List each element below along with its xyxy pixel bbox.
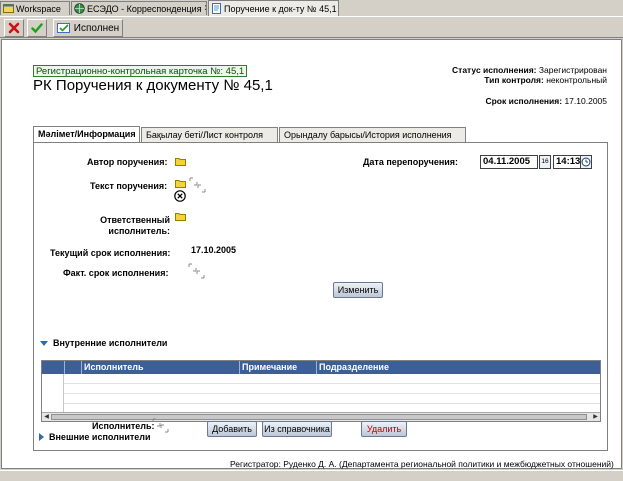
executed-label: Исполнен (73, 22, 120, 34)
tab-label: Workspace (16, 3, 61, 14)
internal-executors-table: Исполнитель Примечание Подразделение ◀ ▶ (41, 360, 601, 422)
globe-icon (74, 3, 85, 14)
ok-button[interactable] (27, 19, 47, 37)
row-selector-column (42, 374, 64, 413)
tab-order-document[interactable]: Поручение к док-ту № 45,1 × (208, 0, 339, 16)
internal-executors-label: Внутренние исполнители (53, 338, 168, 348)
horizontal-scrollbar[interactable]: ◀ ▶ (42, 412, 600, 421)
fact-deadline-label: Факт. срок исполнения: (63, 268, 169, 278)
registration-card-label: Регистрационно-контрольная карточка №: 4… (33, 65, 248, 77)
resize-handle-icon (160, 424, 169, 433)
table-row[interactable] (64, 385, 600, 394)
tab-label: ЕСЭДО - Корреспонденция (87, 3, 202, 14)
column-header-executor[interactable]: Исполнитель (81, 361, 239, 374)
internal-executors-toggle[interactable]: Внутренние исполнители (40, 338, 167, 348)
tab-execution-history[interactable]: Орындалу барысы/История исполнения (279, 127, 466, 142)
current-deadline-value: 17.10.2005 (191, 245, 237, 255)
external-executors-label: Внешние исполнители (49, 432, 151, 442)
executed-button[interactable]: Исполнен (53, 19, 123, 37)
clear-icon[interactable] (174, 190, 186, 202)
collapse-arrow-icon (39, 433, 44, 441)
table-header: Исполнитель Примечание Подразделение (42, 361, 600, 374)
control-type-label: Тип контроля: (484, 75, 544, 85)
delete-button[interactable]: Удалить (361, 421, 407, 437)
reassign-date-label: Дата перепоручения: (363, 157, 459, 167)
folder-icon[interactable] (175, 212, 186, 221)
add-button[interactable]: Добавить (207, 421, 257, 437)
document-icon (212, 3, 221, 14)
reassign-time-input[interactable]: 14:13 (553, 155, 581, 169)
status-value: Зарегистрирован (538, 65, 607, 75)
control-type-line: Тип контроля: неконтрольный (484, 75, 607, 85)
calendar-icon[interactable]: 16 (539, 155, 551, 169)
current-deadline-label: Текущий срок исполнения: (50, 248, 171, 258)
spacer-column-header (64, 361, 81, 374)
author-label: Автор поручения: (87, 157, 168, 167)
executor-label: Исполнитель: (92, 421, 155, 431)
resize-handle-icon (197, 184, 206, 193)
tab-control-sheet[interactable]: Бақылау беті/Лист контроля (141, 127, 278, 142)
document-area: Регистрационно-контрольная карточка №: 4… (1, 39, 622, 469)
selector-column-header (42, 361, 64, 374)
red-x-icon (8, 22, 20, 34)
deadline-value: 17.10.2005 (564, 96, 607, 106)
clock-icon[interactable] (580, 155, 592, 169)
change-button[interactable]: Изменить (333, 282, 383, 298)
scrollbar-thumb[interactable] (51, 414, 587, 420)
toolbar: Исполнен (0, 16, 623, 38)
deadline-label: Срок исполнения: (485, 96, 563, 106)
table-row[interactable] (64, 395, 600, 404)
scroll-right-icon[interactable]: ▶ (591, 413, 600, 421)
expand-arrow-icon (40, 340, 48, 346)
from-directory-button[interactable]: Из справочника (262, 421, 332, 437)
tab-workspace[interactable]: Workspace (0, 1, 70, 15)
column-header-note[interactable]: Примечание (239, 361, 316, 374)
status-line: Статус исполнения: Зарегистрирован (452, 65, 607, 75)
scroll-left-icon[interactable]: ◀ (42, 413, 51, 421)
cancel-button[interactable] (4, 19, 24, 37)
folder-icon[interactable] (175, 179, 186, 188)
tab-label: Поручение к док-ту № 45,1 (224, 3, 337, 14)
deadline-line: Срок исполнения: 17.10.2005 (485, 96, 607, 106)
page-title: РК Поручения к документу № 45,1 (33, 77, 273, 94)
information-panel: Автор поручения: Текст поручения: Ответс… (33, 142, 608, 451)
executed-icon (56, 23, 70, 33)
calendar-day: 16 (541, 158, 549, 165)
folder-icon[interactable] (175, 157, 186, 166)
close-tab-icon[interactable]: × (205, 3, 206, 14)
window-tab-strip: Workspace ЕСЭДО - Корреспонденция × Пору… (0, 0, 623, 16)
table-row[interactable] (64, 375, 600, 384)
status-bar (0, 470, 623, 481)
order-text-label: Текст поручения: (90, 181, 168, 191)
control-type-value: неконтрольный (546, 75, 607, 85)
external-executors-toggle[interactable]: Внешние исполнители (39, 432, 151, 442)
workspace-icon (3, 4, 14, 13)
resize-handle-icon (196, 270, 205, 279)
registrar-info: Регистратор: Руденко Д. А. (Департамента… (230, 459, 614, 469)
status-label: Статус исполнения: (452, 65, 537, 75)
green-check-icon (31, 23, 43, 34)
responsible-label: Ответственный исполнитель: (100, 215, 170, 236)
reassign-date-input[interactable]: 04.11.2005 (480, 155, 538, 169)
column-header-department[interactable]: Подразделение (316, 361, 600, 374)
tab-correspondence[interactable]: ЕСЭДО - Корреспонденция × (71, 1, 207, 15)
tab-information[interactable]: Мәлімет/Информация (33, 126, 140, 143)
